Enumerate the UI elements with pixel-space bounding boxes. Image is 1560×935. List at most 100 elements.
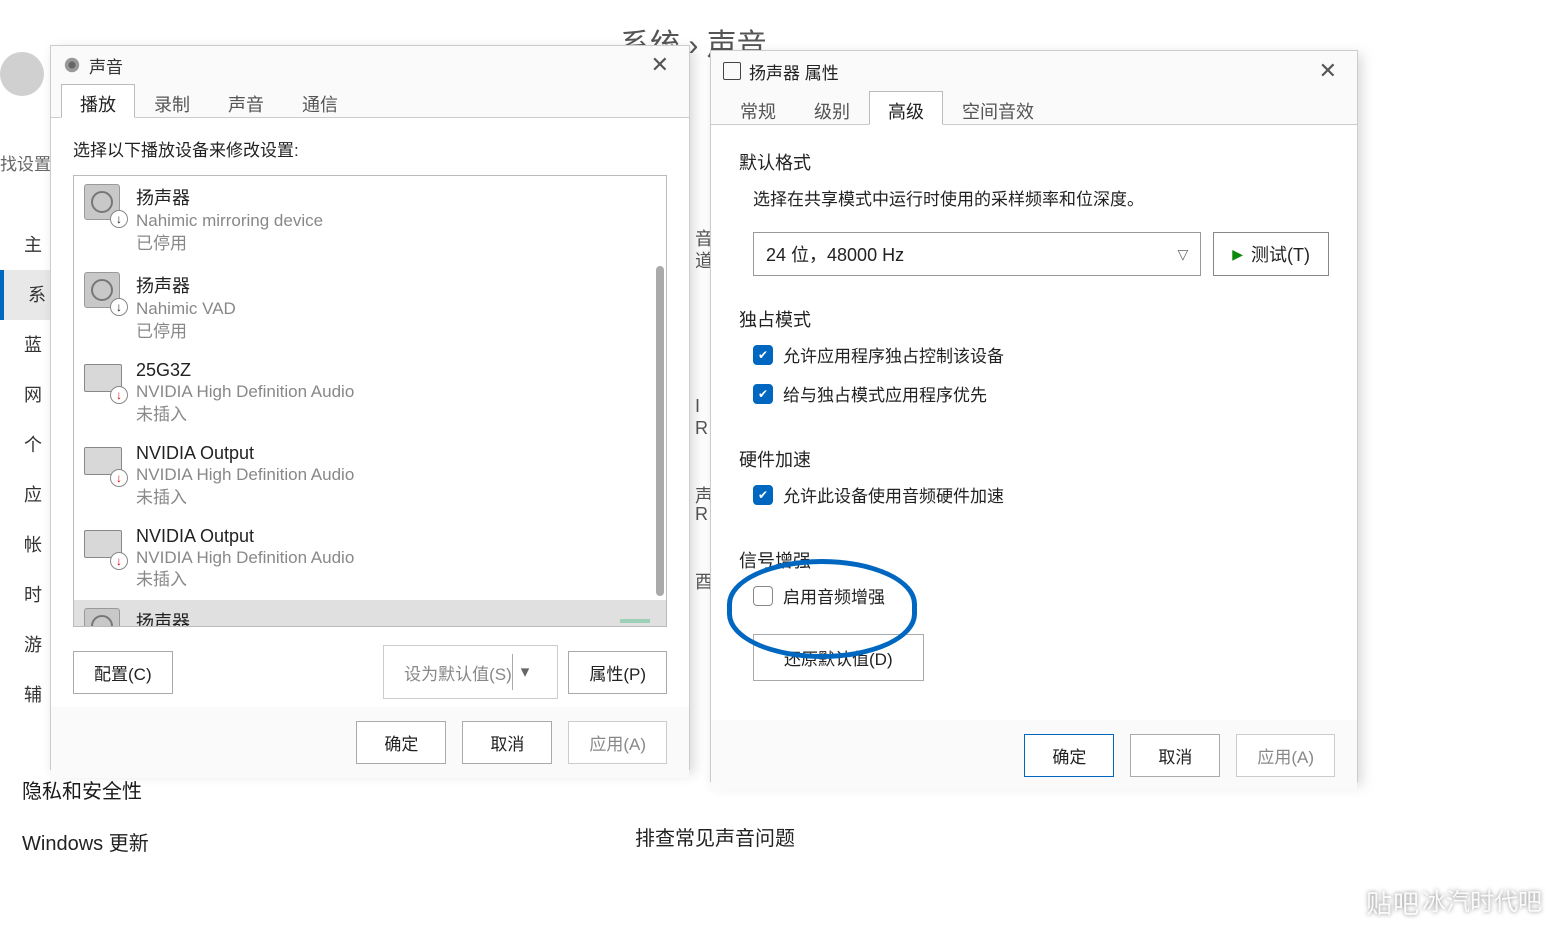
device-status: 未插入 (136, 487, 656, 510)
format-select[interactable]: 24 位，48000 Hz ▽ (753, 232, 1201, 276)
device-name: NVIDIA Output (136, 526, 656, 547)
chevron-down-icon[interactable]: ▾ (512, 654, 538, 690)
tab-advanced[interactable]: 高级 (869, 91, 943, 125)
checkbox-icon (753, 586, 773, 606)
monitor-icon (84, 526, 124, 566)
checkbox-icon (753, 345, 773, 365)
tab-comm[interactable]: 通信 (283, 84, 357, 118)
nav-item[interactable]: 网 (0, 370, 50, 420)
nav-item[interactable]: 游 (0, 620, 50, 670)
test-button[interactable]: ▶ 测试(T) (1213, 232, 1329, 276)
scrollbar[interactable] (656, 266, 664, 596)
search-input[interactable]: 找设置 (0, 150, 51, 175)
hw-accel-label: 硬件加速 (739, 446, 1329, 472)
nav-item[interactable]: 辅 (0, 670, 50, 720)
checkbox-label: 允许此设备使用音频硬件加速 (783, 482, 1004, 507)
device-name: 扬声器 (136, 272, 656, 298)
nav-item[interactable]: 系 (0, 270, 50, 320)
tab-record[interactable]: 录制 (135, 84, 209, 118)
nav-item[interactable]: 时 (0, 570, 50, 620)
device-name: 扬声器 (136, 184, 656, 210)
nav-item[interactable]: 个 (0, 420, 50, 470)
device-item[interactable]: NVIDIA Output NVIDIA High Definition Aud… (74, 518, 666, 601)
exclusive-mode-label: 独占模式 (739, 306, 1329, 332)
instruction-text: 选择以下播放设备来修改设置: (73, 136, 667, 161)
set-default-button[interactable]: 设为默认值(S) ▾ (383, 645, 558, 699)
close-icon[interactable]: ✕ (1311, 58, 1345, 84)
speaker-icon (84, 608, 124, 627)
properties-button[interactable]: 属性(P) (568, 651, 667, 694)
device-item[interactable]: 25G3Z NVIDIA High Definition Audio 未插入 (74, 352, 666, 435)
user-avatar (0, 52, 44, 96)
nav-privacy[interactable]: 隐私和安全性 (22, 775, 142, 804)
device-item[interactable]: NVIDIA Output NVIDIA High Definition Aud… (74, 435, 666, 518)
troubleshoot-label: 排查常见声音问题 (635, 822, 795, 851)
speaker-icon (84, 272, 124, 312)
checkbox-icon (753, 384, 773, 404)
format-value: 24 位，48000 Hz (766, 241, 904, 267)
checkbox-exclusive-control[interactable]: 允许应用程序独占控制该设备 (753, 342, 1329, 367)
checkbox-label: 给与独占模式应用程序优先 (783, 381, 987, 406)
speaker-icon (84, 184, 124, 224)
signal-enhance-label: 信号增强 (739, 547, 1329, 573)
tab-spatial[interactable]: 空间音效 (943, 91, 1053, 125)
default-format-label: 默认格式 (739, 149, 1329, 175)
ok-button[interactable]: 确定 (1024, 734, 1114, 777)
device-status: 未插入 (136, 569, 656, 592)
checkbox-audio-enhance[interactable]: 启用音频增强 (753, 583, 1329, 608)
device-sub: NVIDIA High Definition Audio (136, 464, 656, 487)
prop-tabs: 常规 级别 高级 空间音效 (711, 91, 1357, 125)
cancel-button[interactable]: 取消 (1130, 734, 1220, 777)
checkbox-icon (753, 485, 773, 505)
checkbox-exclusive-priority[interactable]: 给与独占模式应用程序优先 (753, 381, 1329, 406)
bg-hint: R (695, 504, 708, 525)
set-default-label: 设为默认值(S) (404, 660, 512, 685)
tab-levels[interactable]: 级别 (795, 91, 869, 125)
nav-windows-update[interactable]: Windows 更新 (22, 827, 149, 856)
monitor-icon (84, 443, 124, 483)
tab-sound[interactable]: 声音 (209, 84, 283, 118)
sound-dialog-title: 声音 (89, 53, 643, 78)
speaker-properties-dialog: 扬声器 属性 ✕ 常规 级别 高级 空间音效 默认格式 选择在共享模式中运行时使… (710, 50, 1358, 782)
bg-hint: R (695, 418, 708, 439)
speaker-icon (723, 62, 741, 80)
device-status: 未插入 (136, 404, 656, 427)
tab-playback[interactable]: 播放 (61, 84, 135, 118)
nav-item[interactable]: 蓝 (0, 320, 50, 370)
default-format-desc: 选择在共享模式中运行时使用的采样频率和位深度。 (753, 185, 1329, 210)
device-sub: NVIDIA High Definition Audio (136, 381, 656, 404)
device-sub: NVIDIA High Definition Audio (136, 547, 656, 570)
chevron-down-icon: ▽ (1177, 246, 1188, 263)
close-icon[interactable]: ✕ (643, 52, 677, 78)
nav-item[interactable]: 应 (0, 470, 50, 520)
play-icon: ▶ (1232, 246, 1243, 263)
sound-dialog: 声音 ✕ 播放 录制 声音 通信 选择以下播放设备来修改设置: 扬声器 Nahi… (50, 45, 690, 770)
checkbox-hw-accel[interactable]: 允许此设备使用音频硬件加速 (753, 482, 1329, 507)
tab-general[interactable]: 常规 (721, 91, 795, 125)
cancel-button[interactable]: 取消 (462, 721, 552, 764)
restore-defaults-button[interactable]: 还原默认值(D) (753, 634, 924, 681)
prop-dialog-title: 扬声器 属性 (749, 59, 1311, 84)
device-item[interactable]: 扬声器 Nahimic VAD 已停用 (74, 264, 666, 352)
device-name: 扬声器 (136, 608, 620, 627)
device-status: 已停用 (136, 233, 656, 256)
nav-item[interactable]: 主 (0, 220, 50, 270)
device-sub: Nahimic VAD (136, 298, 656, 321)
test-label: 测试(T) (1251, 241, 1310, 267)
ok-button[interactable]: 确定 (356, 721, 446, 764)
sound-icon (63, 56, 81, 74)
device-item[interactable]: 扬声器 Realtek(R) Audio 默认设备 (74, 600, 666, 627)
device-list[interactable]: 扬声器 Nahimic mirroring device 已停用 扬声器 Nah… (73, 175, 667, 627)
apply-button[interactable]: 应用(A) (568, 721, 667, 764)
sound-tabs: 播放 录制 声音 通信 (51, 84, 689, 118)
configure-button[interactable]: 配置(C) (73, 651, 173, 694)
device-name: NVIDIA Output (136, 443, 656, 464)
device-status: 已停用 (136, 321, 656, 344)
apply-button[interactable]: 应用(A) (1236, 734, 1335, 777)
checkbox-label: 允许应用程序独占控制该设备 (783, 342, 1004, 367)
device-item[interactable]: 扬声器 Nahimic mirroring device 已停用 (74, 176, 666, 264)
device-sub: Nahimic mirroring device (136, 210, 656, 233)
checkbox-label: 启用音频增强 (783, 583, 885, 608)
nav-item[interactable]: 帐 (0, 520, 50, 570)
watermark-text: 冰汽时代吧 (1422, 882, 1542, 917)
